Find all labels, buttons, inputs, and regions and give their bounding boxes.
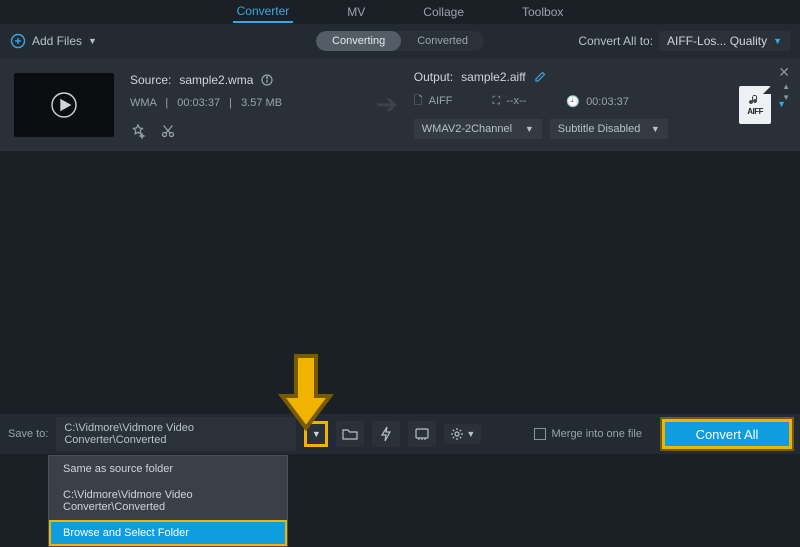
file-thumbnail[interactable]: [14, 73, 114, 137]
add-files-label: Add Files: [32, 34, 82, 48]
plus-circle-icon: [10, 33, 26, 49]
settings-dropdown[interactable]: ▼: [444, 424, 481, 444]
play-icon: [50, 91, 78, 119]
output-format-badge-label: AIFF: [747, 107, 763, 116]
source-format: WMA: [130, 97, 156, 109]
up-icon[interactable]: ▲: [782, 82, 790, 91]
star-enhance-icon[interactable]: [130, 123, 146, 139]
output-name: sample2.aiff: [461, 70, 525, 84]
convert-all-to-select[interactable]: AIFF-Los... Quality ▼: [659, 31, 790, 51]
output-info: Output: sample2.aiff 🗋 AIFF ⛶ --x-- 🕘 00:03…: [414, 70, 674, 139]
convert-all-to: Convert All to: AIFF-Los... Quality ▼: [578, 31, 790, 51]
audio-file-icon: 🗋: [414, 95, 423, 107]
tab-toolbox[interactable]: Toolbox: [518, 2, 567, 22]
checkbox-icon: [534, 428, 546, 440]
bolt-button[interactable]: [372, 421, 400, 447]
down-icon[interactable]: ▼: [782, 93, 790, 102]
save-path: C:\Vidmore\Vidmore Video Converter\Conve…: [64, 422, 288, 446]
folder-icon: [342, 427, 358, 441]
convert-all-label: Convert All: [696, 427, 759, 442]
open-folder-button[interactable]: [336, 421, 364, 447]
source-name: sample2.wma: [179, 73, 253, 87]
subtitle-value: Subtitle Disabled: [558, 123, 641, 135]
audio-channel-select[interactable]: WMAV2-2Channel ▼: [414, 119, 542, 139]
top-nav: Converter MV Collage Toolbox: [0, 0, 800, 24]
dropdown-item-same-source[interactable]: Same as source folder: [49, 456, 287, 482]
close-icon[interactable]: ✕: [778, 64, 790, 81]
source-info: Source: sample2.wma WMA | 00:03:37 | 3.5…: [130, 71, 360, 139]
convert-all-to-value: AIFF-Los... Quality: [667, 34, 767, 48]
source-size: 3.57 MB: [241, 97, 282, 109]
tab-converter[interactable]: Converter: [233, 1, 294, 23]
bolt-icon: [380, 426, 392, 442]
chevron-down-icon: ▼: [88, 37, 97, 46]
output-duration: 00:03:37: [586, 96, 629, 108]
chevron-down-icon: ▼: [525, 125, 534, 134]
source-duration: 00:03:37: [177, 97, 220, 109]
status-tabs: Converting Converted: [316, 31, 484, 51]
output-label: Output:: [414, 70, 453, 84]
info-icon[interactable]: [261, 74, 273, 86]
save-to-label: Save to:: [8, 428, 48, 440]
tab-converting[interactable]: Converting: [316, 31, 401, 51]
main-area: [0, 151, 800, 414]
chevron-down-icon: ▼: [466, 430, 475, 439]
tab-collage[interactable]: Collage: [419, 2, 468, 22]
clock-icon: 🕘: [566, 96, 580, 108]
edit-icon[interactable]: [534, 71, 546, 83]
source-label: Source:: [130, 73, 171, 87]
chevron-down-icon: ▼: [773, 37, 782, 46]
gpu-icon: [414, 427, 430, 441]
gpu-button[interactable]: [408, 421, 436, 447]
gear-icon: [450, 427, 464, 441]
bottom-bar: Save to: C:\Vidmore\Vidmore Video Conver…: [0, 414, 800, 454]
merge-checkbox[interactable]: Merge into one file: [534, 428, 643, 440]
save-path-dropdown-menu: Same as source folder C:\Vidmore\Vidmore…: [48, 455, 288, 547]
output-resolution: --x--: [506, 95, 526, 107]
resolution-icon: ⛶: [493, 95, 501, 107]
chevron-down-icon: ▼: [312, 430, 321, 439]
arrow-right-icon: ➔: [376, 89, 398, 120]
dropdown-item-path[interactable]: C:\Vidmore\Vidmore Video Converter\Conve…: [49, 482, 287, 520]
output-format-badge[interactable]: AIFF: [739, 86, 771, 124]
dropdown-item-browse[interactable]: Browse and Select Folder: [49, 520, 287, 546]
save-path-box: C:\Vidmore\Vidmore Video Converter\Conve…: [56, 417, 296, 451]
subtitle-select[interactable]: Subtitle Disabled ▼: [550, 119, 668, 139]
merge-label: Merge into one file: [552, 428, 643, 440]
convert-all-to-label: Convert All to:: [578, 34, 653, 48]
note-icon: [748, 93, 762, 107]
output-format: AIFF: [429, 95, 453, 107]
cut-icon[interactable]: [160, 123, 176, 139]
toolbar: Add Files ▼ Converting Converted Convert…: [0, 24, 800, 58]
add-files-button[interactable]: Add Files ▼: [10, 33, 97, 49]
convert-all-button[interactable]: Convert All: [662, 419, 792, 449]
audio-channel-value: WMAV2-2Channel: [422, 123, 512, 135]
save-path-dropdown-button[interactable]: ▼: [304, 421, 328, 447]
chevron-down-icon: ▼: [651, 125, 660, 134]
file-row: Source: sample2.wma WMA | 00:03:37 | 3.5…: [0, 58, 800, 151]
reorder-buttons[interactable]: ▲▼: [782, 82, 790, 102]
tab-mv[interactable]: MV: [343, 2, 369, 22]
tab-converted[interactable]: Converted: [401, 31, 484, 51]
